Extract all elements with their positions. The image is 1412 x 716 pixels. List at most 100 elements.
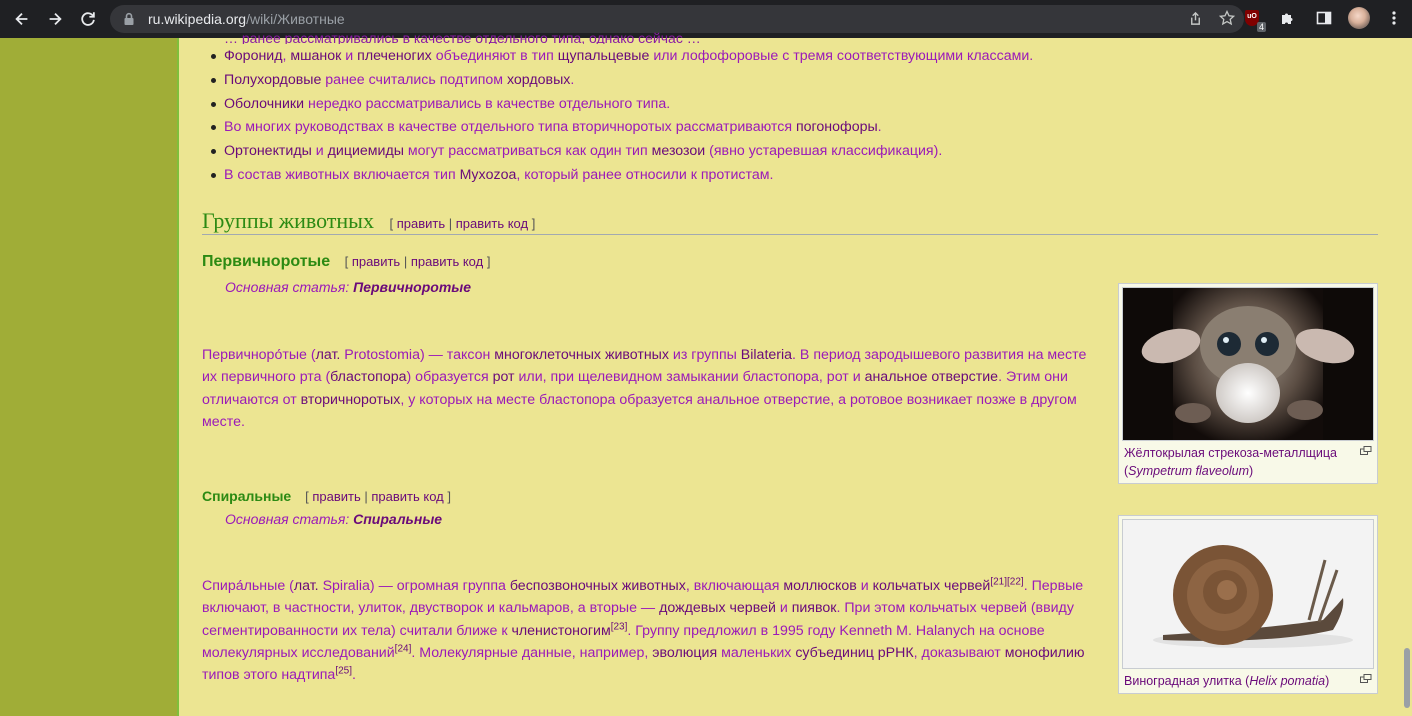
list-item: Ортонектиды и дициемиды могут рассматрив… — [202, 142, 1033, 166]
wiki-link[interactable]: Myxozoa — [460, 167, 517, 183]
wiki-link[interactable]: кольчатых червей — [873, 578, 991, 594]
edit-link[interactable]: править — [352, 254, 400, 269]
text-run: Спира́льные ( — [202, 578, 294, 594]
text-run: или лофофоровые с тремя соответствующими… — [649, 48, 1034, 64]
wiki-link[interactable]: мшанок — [290, 48, 341, 64]
text-run: и — [311, 143, 328, 160]
wiki-link[interactable]: погонофоры — [796, 119, 878, 135]
edit-code-link[interactable]: править код — [411, 254, 483, 269]
subsection-edit-links: [ править | править код ] — [305, 489, 451, 504]
main-article-link[interactable]: Первичноротые — [353, 279, 471, 295]
profile-avatar[interactable] — [1348, 7, 1370, 29]
article-content: … ранее рассматривались в качестве отдел… — [202, 30, 1382, 716]
edit-link[interactable]: править — [312, 489, 360, 504]
wiki-link[interactable]: беспозвоночных животных — [510, 578, 686, 594]
wiki-link[interactable]: рот — [493, 369, 515, 385]
text-run: . — [352, 667, 356, 684]
wiki-link[interactable]: мезозои — [652, 143, 706, 159]
sidebar-panel — [0, 38, 177, 716]
back-arrow-icon[interactable] — [8, 5, 36, 33]
page-scrollbar[interactable] — [1400, 38, 1412, 716]
wiki-link[interactable]: субъединиц рРНК — [795, 645, 913, 661]
text-run: . — [877, 119, 882, 136]
kebab-menu-icon[interactable] — [1382, 6, 1406, 30]
share-icon[interactable] — [1186, 9, 1204, 27]
subsection-heading-protostomia: Первичноротые [ править | править код ] — [202, 253, 491, 270]
bookmark-star-icon[interactable] — [1218, 9, 1236, 27]
wiki-link[interactable]: монофилию — [1005, 645, 1085, 661]
reference-link[interactable]: [24] — [395, 643, 412, 654]
wiki-link[interactable]: плеченогих — [357, 48, 432, 64]
address-bar[interactable]: ru.wikipedia.org/wiki/Животные — [110, 5, 1244, 33]
text-run: объединяют в тип — [431, 48, 558, 64]
text-run: Во многих руководствах в качестве отдель… — [224, 119, 796, 136]
wiki-link[interactable]: анальное отверстие — [865, 369, 999, 385]
text-run: и — [775, 600, 792, 617]
wiki-link[interactable]: Полухордовые — [224, 72, 321, 88]
wiki-link[interactable]: дождевых червей — [659, 600, 776, 616]
main-article-link[interactable]: Спиральные — [353, 511, 442, 527]
heading-divider — [202, 234, 1378, 235]
reference-link[interactable]: [25] — [335, 665, 352, 676]
wiki-link[interactable]: хордовых — [507, 72, 570, 88]
wiki-link[interactable]: вторичноротых — [301, 392, 401, 408]
enlarge-icon[interactable] — [1360, 446, 1372, 455]
wiki-link[interactable]: многоклеточных животных — [494, 347, 669, 363]
ublock-extension-icon[interactable]: uO 4 — [1240, 6, 1266, 32]
list-item: В состав животных включается тип Myxozoa… — [202, 166, 1033, 190]
enlarge-icon[interactable] — [1360, 674, 1372, 683]
wiki-link[interactable]: эволюция — [652, 645, 717, 661]
edit-code-link[interactable]: править код — [371, 489, 443, 504]
paragraph-protostomia: Первичноро́тые (лат. Protostomia) — такс… — [202, 344, 1102, 433]
wiki-link[interactable]: Оболочники — [224, 96, 304, 112]
reference-link[interactable]: [23] — [611, 621, 628, 632]
section-edit-links: [ править | править код ] — [389, 216, 536, 231]
wiki-link[interactable]: щупальцевые — [558, 48, 650, 64]
text-run: . Молекулярные данные, например, — [411, 644, 653, 661]
image-caption: Виноградная улитка (Helix pomatia) — [1122, 669, 1374, 690]
wiki-link[interactable]: Ортонектиды — [224, 143, 312, 159]
image-thumbnail: Виноградная улитка (Helix pomatia) — [1118, 515, 1378, 694]
text-run: типов этого надтипа — [202, 667, 336, 684]
text-run: Первичноро́тые ( — [202, 347, 316, 363]
snail-photo[interactable] — [1122, 519, 1374, 669]
clipped-text-line: … ранее рассматривались в качестве отдел… — [224, 30, 701, 44]
text-run: могут рассматриваться как один тип — [403, 143, 652, 160]
wiki-link[interactable]: пиявок — [792, 600, 837, 616]
main-article-hatnote: Основная статья: Первичноротые — [225, 279, 472, 295]
text-run: , доказывают — [913, 644, 1005, 661]
section-heading: Группы животных [ править | править код … — [202, 208, 536, 233]
url-text: ru.wikipedia.org/wiki/Животные — [148, 11, 345, 27]
wiki-link[interactable]: Форонид — [224, 48, 283, 64]
text-run: и — [341, 48, 358, 64]
text-run: , включающая — [685, 578, 784, 594]
subsection-edit-links: [ править | править код ] — [344, 254, 491, 269]
main-article-hatnote: Основная статья: Спиральные — [225, 511, 443, 527]
creature-photo[interactable] — [1122, 287, 1374, 441]
reference-link[interactable]: [21][22] — [990, 576, 1023, 587]
classification-list: Форонид, мшанок и плеченогих объединяют … — [202, 47, 1033, 190]
edit-code-link[interactable]: править код — [456, 216, 528, 231]
list-item: Во многих руководствах в качестве отдель… — [202, 118, 1033, 142]
wiki-link[interactable]: Bilateria — [741, 347, 792, 363]
extensions-puzzle-icon[interactable] — [1276, 6, 1300, 30]
wiki-link[interactable]: дициемиды — [328, 143, 404, 159]
text-run: Protostomia) — таксон — [340, 347, 495, 363]
text-run: маленьких — [717, 644, 796, 661]
text-run: , который ранее относили к протистам. — [516, 166, 774, 183]
text-run: из группы — [668, 347, 741, 363]
side-panel-icon[interactable] — [1312, 6, 1336, 30]
wiki-link[interactable]: бластопора — [330, 369, 406, 385]
wiki-link[interactable]: членистоногим — [511, 623, 610, 639]
scrollbar-thumb[interactable] — [1404, 648, 1410, 708]
wiki-link[interactable]: моллюсков — [783, 578, 856, 594]
list-item: Полухордовые ранее считались подтипом хо… — [202, 71, 1033, 95]
wiki-link[interactable]: лат. — [316, 347, 341, 363]
wiki-link[interactable]: лат. — [294, 578, 319, 594]
text-run: Spiralia) — огромная группа — [318, 578, 510, 594]
forward-arrow-icon[interactable] — [41, 5, 69, 33]
lock-icon — [124, 12, 134, 25]
edit-link[interactable]: править — [397, 216, 445, 231]
reload-icon[interactable] — [74, 5, 102, 33]
subsection-heading-spiralia: Спиральные [ править | править код ] — [202, 488, 451, 504]
